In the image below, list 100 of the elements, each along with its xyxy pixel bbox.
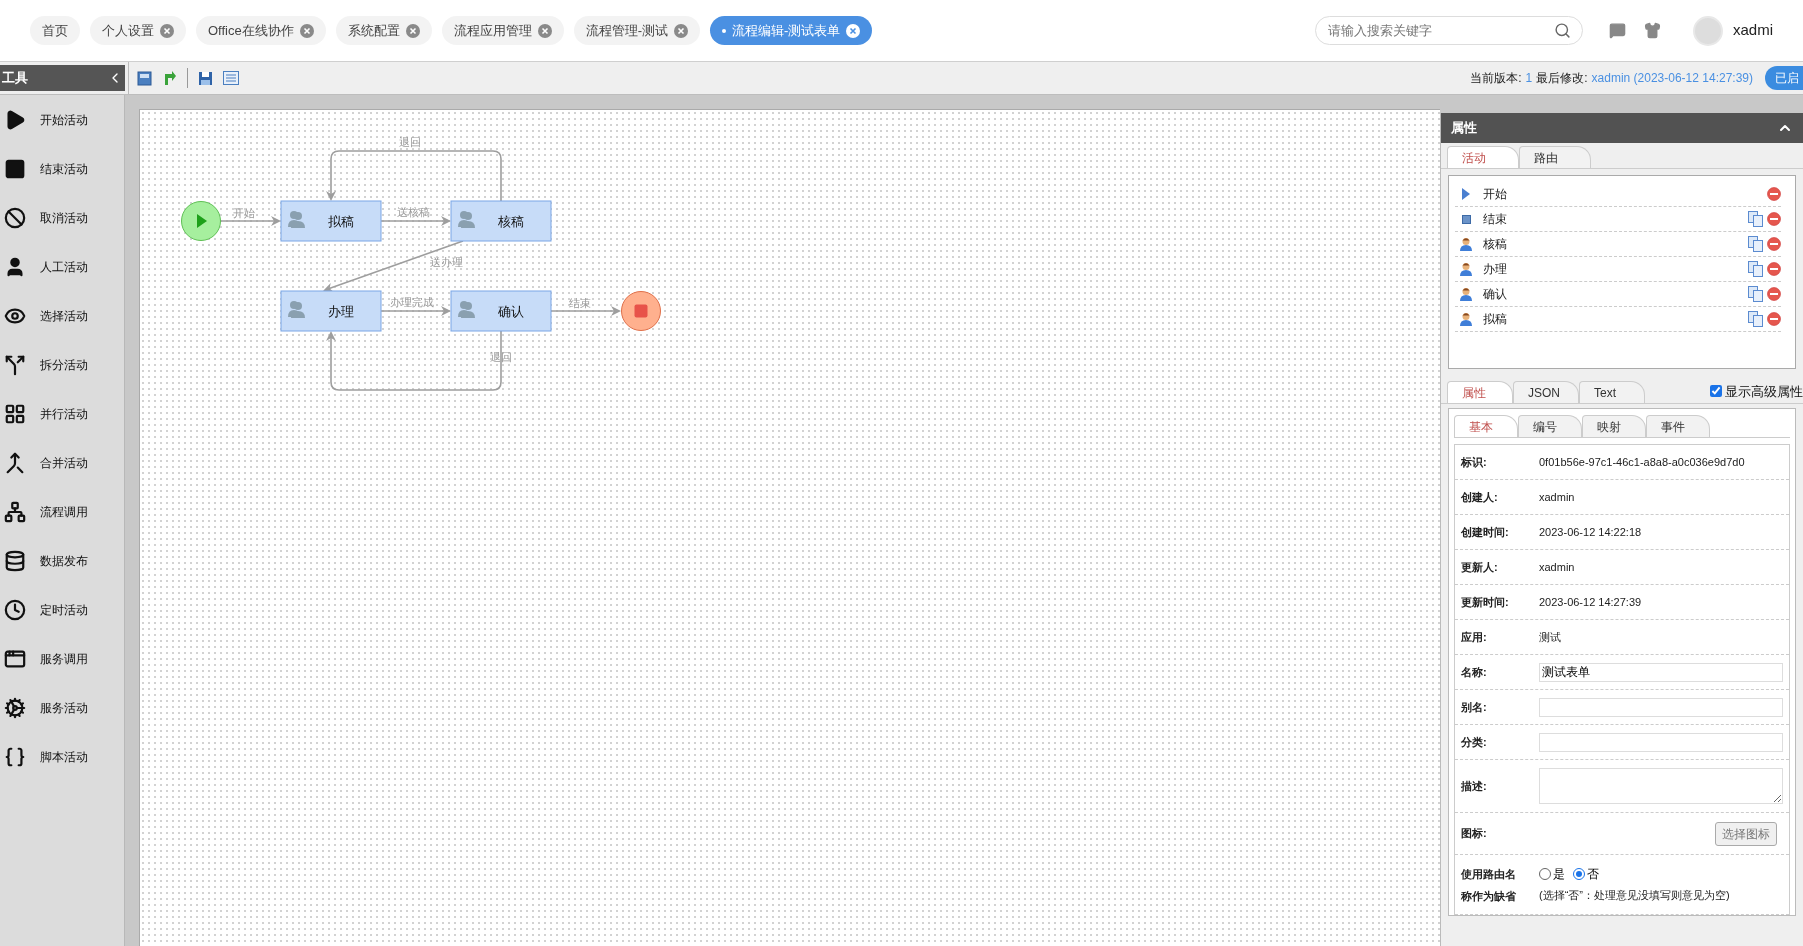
connector-arrow[interactable] (380, 216, 451, 226)
delete-icon[interactable] (1767, 212, 1781, 226)
connector-arrow[interactable] (323, 240, 464, 293)
page-tab[interactable]: 个人设置 (90, 16, 186, 45)
close-icon[interactable] (537, 23, 552, 38)
tool-item[interactable]: 数据发布 (40, 551, 88, 570)
panel-tab[interactable]: 映射 (1582, 415, 1646, 437)
person-icon[interactable] (4, 255, 26, 278)
copy-icon[interactable] (1748, 236, 1764, 252)
activity-node[interactable] (450, 290, 552, 332)
hierarchy-icon[interactable] (4, 500, 26, 523)
copy-icon[interactable] (1748, 286, 1764, 302)
page-tab[interactable]: 首页 (30, 16, 80, 45)
activity-item[interactable]: 拟稿 (1483, 310, 1507, 328)
panel-tab[interactable]: Text (1579, 381, 1645, 403)
user-name[interactable]: xadmi (1733, 19, 1773, 42)
tool-item[interactable]: 人工活动 (40, 257, 88, 276)
radio-option[interactable]: 是 (1539, 865, 1565, 884)
page-tab[interactable]: Office在线协作 (196, 16, 326, 45)
input-field[interactable] (1539, 732, 1783, 752)
input-field[interactable]: 测试表单 (1539, 662, 1783, 682)
tool-item[interactable]: 取消活动 (40, 208, 88, 227)
panel-tab[interactable]: 路由 (1519, 146, 1591, 168)
tool-item[interactable]: 开始活动 (40, 110, 88, 129)
search-icon[interactable] (1554, 22, 1571, 39)
field-label: 应用: (1461, 629, 1488, 645)
page-tab[interactable]: 系统配置 (335, 16, 432, 45)
merge-icon[interactable] (4, 451, 26, 474)
close-icon[interactable] (846, 23, 861, 38)
page-tab[interactable]: 流程应用管理 (441, 16, 564, 45)
tab-label: 首页 (42, 21, 68, 40)
grid-icon[interactable] (4, 402, 26, 425)
close-icon[interactable] (405, 23, 420, 38)
person-icon (1459, 237, 1473, 251)
tool-item[interactable]: 结束活动 (40, 159, 88, 178)
activity-node[interactable] (450, 200, 552, 242)
panel-tab[interactable]: 基本 (1454, 415, 1518, 437)
panel-tab[interactable]: 事件 (1646, 415, 1710, 437)
activity-node[interactable] (280, 290, 382, 332)
choose-icon-button[interactable]: 选择图标 (1715, 821, 1777, 846)
activity-node[interactable] (280, 200, 382, 242)
panel-tab[interactable]: JSON (1513, 381, 1579, 403)
end-event[interactable] (621, 291, 661, 331)
tool-item[interactable]: 脚本活动 (40, 747, 88, 766)
page-tab[interactable]: 流程管理-测试 (573, 16, 701, 45)
tool-item[interactable]: 拆分活动 (40, 355, 88, 374)
delete-icon[interactable] (1767, 237, 1781, 251)
activity-item[interactable]: 确认 (1483, 285, 1507, 303)
activity-item[interactable]: 结束 (1483, 210, 1507, 228)
activity-item[interactable]: 核稿 (1483, 235, 1507, 253)
delete-icon[interactable] (1767, 187, 1781, 201)
search-field[interactable]: 请输入搜索关键字 (1315, 16, 1583, 45)
message-icon[interactable] (1609, 22, 1626, 39)
input-field[interactable] (1539, 697, 1783, 717)
tool-item[interactable]: 流程调用 (40, 502, 88, 521)
tool-item[interactable]: 定时活动 (40, 600, 88, 619)
close-icon[interactable] (299, 23, 314, 38)
save-icon[interactable] (137, 70, 152, 86)
connector-arrow[interactable] (326, 330, 502, 391)
node-label: 办理 (328, 304, 354, 319)
close-icon[interactable] (160, 23, 174, 38)
tool-item[interactable]: 服务活动 (40, 698, 88, 717)
split-icon[interactable] (4, 353, 26, 376)
field-label: 更新人: (1461, 559, 1499, 575)
tab-label: 系统配置 (347, 21, 400, 40)
database-icon[interactable] (4, 549, 26, 572)
tool-item[interactable]: 并行活动 (40, 404, 88, 423)
copy-icon[interactable] (1748, 211, 1764, 227)
arrow-icon[interactable] (162, 70, 177, 86)
close-icon[interactable] (674, 23, 689, 38)
tool-item[interactable]: 合并活动 (40, 453, 88, 472)
square-icon[interactable] (4, 157, 26, 180)
gears-icon[interactable] (4, 696, 26, 719)
delete-icon[interactable] (1767, 262, 1781, 276)
field-value: 0f01b56e-97c1-46c1-a8a8-a0c036e9d7d0 (1539, 454, 1745, 470)
play-icon[interactable] (4, 108, 26, 131)
panel-tab[interactable]: 活动 (1447, 146, 1519, 168)
floppy-icon[interactable] (198, 70, 213, 86)
shirt-icon[interactable] (1644, 22, 1661, 39)
connector-arrow[interactable] (380, 306, 451, 316)
radio-option[interactable]: 否 (1573, 865, 1599, 884)
panel-tab[interactable]: 属性 (1447, 381, 1513, 403)
copy-icon[interactable] (1748, 261, 1764, 277)
clock-icon[interactable] (4, 598, 26, 621)
activity-item[interactable]: 办理 (1483, 260, 1507, 278)
tool-item[interactable]: 服务调用 (40, 649, 88, 668)
activity-item[interactable]: 开始 (1483, 185, 1507, 203)
field-value: 2023-06-12 14:22:18 (1539, 524, 1642, 540)
tool-item[interactable]: 选择活动 (40, 306, 88, 325)
delete-icon[interactable] (1767, 312, 1781, 326)
list-icon[interactable] (223, 71, 239, 85)
panel-tab[interactable]: 编号 (1518, 415, 1582, 437)
users-icon (458, 211, 475, 228)
connector-arrow[interactable] (326, 150, 502, 202)
advanced-checkbox[interactable] (1710, 385, 1722, 398)
copy-icon[interactable] (1748, 311, 1764, 327)
start-event[interactable] (181, 201, 221, 241)
ban-icon[interactable] (4, 206, 26, 229)
delete-icon[interactable] (1767, 287, 1781, 301)
braces-icon[interactable] (4, 745, 26, 768)
